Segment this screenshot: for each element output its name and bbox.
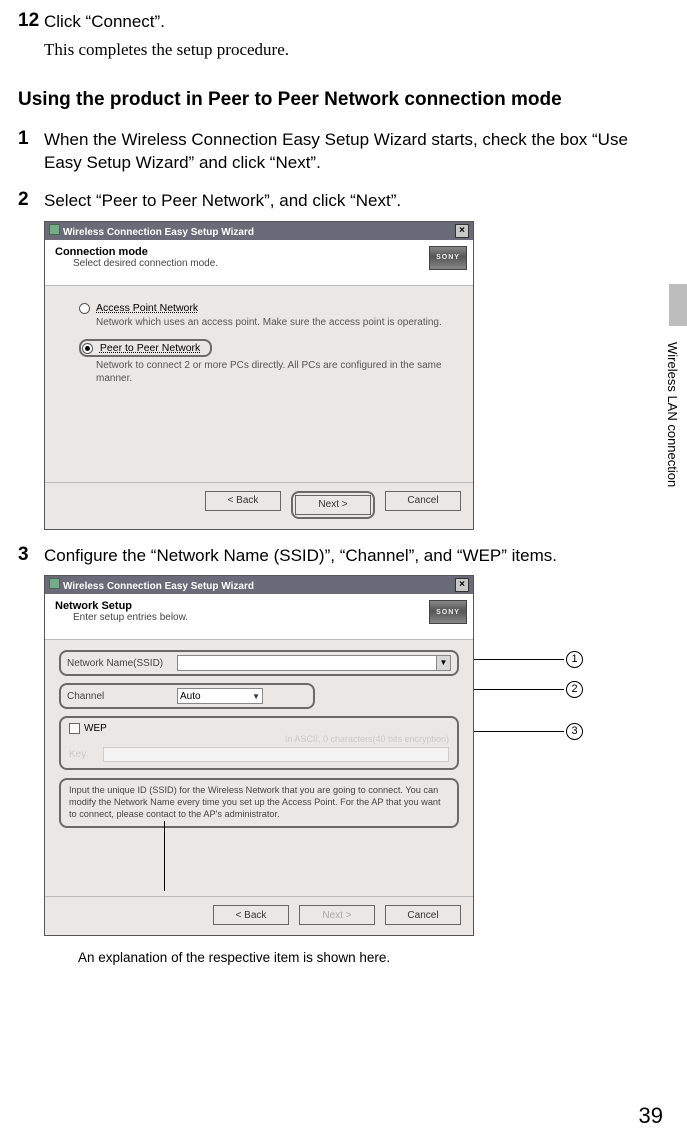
sony-logo: SONY bbox=[429, 246, 467, 270]
wizard-dialog-1: Wireless Connection Easy Setup Wizard × … bbox=[44, 221, 474, 530]
page-number: 39 bbox=[639, 1103, 663, 1129]
step-1-text: When the Wireless Connection Easy Setup … bbox=[44, 128, 657, 175]
dialog-title-bar: Wireless Connection Easy Setup Wizard × bbox=[45, 576, 473, 594]
step-12-text: Click “Connect”. bbox=[44, 10, 165, 34]
peer-to-peer-highlight: Peer to Peer Network bbox=[79, 339, 212, 357]
caption-pointer bbox=[164, 821, 165, 891]
dialog-heading: Network Setup bbox=[55, 600, 463, 612]
cancel-button[interactable]: Cancel bbox=[385, 905, 461, 925]
figure-2: Wireless Connection Easy Setup Wizard × … bbox=[44, 575, 474, 936]
key-label: Key bbox=[69, 749, 95, 760]
dialog-subheading: Select desired connection mode. bbox=[73, 258, 463, 269]
wep-field-group: WEP In ASCII, 0 characters(40 bits encry… bbox=[59, 716, 459, 770]
next-button[interactable]: Next > bbox=[299, 905, 375, 925]
side-tab-indicator bbox=[669, 284, 687, 326]
figure-caption: An explanation of the respective item is… bbox=[78, 950, 657, 965]
channel-value: Auto bbox=[180, 691, 201, 702]
step-number-1: 1 bbox=[18, 128, 44, 150]
radio-access-point[interactable] bbox=[79, 303, 90, 314]
step-2-text: Select “Peer to Peer Network”, and click… bbox=[44, 189, 401, 213]
option-access-point-desc: Network which uses an access point. Make… bbox=[96, 316, 455, 329]
chevron-down-icon: ▼ bbox=[252, 692, 260, 701]
section-heading: Using the product in Peer to Peer Networ… bbox=[18, 88, 657, 112]
ssid-input[interactable] bbox=[178, 656, 436, 670]
info-box: Input the unique ID (SSID) for the Wirel… bbox=[59, 778, 459, 828]
ssid-field-group: Network Name(SSID) ▼ bbox=[59, 650, 459, 676]
wep-hint: In ASCII, 0 characters(40 bits encryptio… bbox=[69, 734, 449, 744]
key-input[interactable] bbox=[103, 747, 449, 762]
side-tab-label: Wireless LAN connection bbox=[665, 312, 680, 487]
channel-label: Channel bbox=[67, 691, 169, 702]
radio-peer-to-peer[interactable] bbox=[82, 343, 93, 354]
callout-1: 1 bbox=[566, 651, 583, 668]
wizard-dialog-2: Wireless Connection Easy Setup Wizard × … bbox=[44, 575, 474, 936]
step-3-text: Configure the “Network Name (SSID)”, “Ch… bbox=[44, 544, 557, 568]
dialog-title-bar: Wireless Connection Easy Setup Wizard × bbox=[45, 222, 473, 240]
step-12-complete-text: This completes the setup procedure. bbox=[44, 40, 657, 60]
step-number-12: 12 bbox=[18, 10, 44, 32]
step-number-3: 3 bbox=[18, 544, 44, 566]
back-button[interactable]: < Back bbox=[205, 491, 281, 511]
ssid-label: Network Name(SSID) bbox=[67, 658, 169, 669]
step-number-2: 2 bbox=[18, 189, 44, 211]
dialog-title: Wireless Connection Easy Setup Wizard bbox=[63, 581, 254, 592]
back-button[interactable]: < Back bbox=[213, 905, 289, 925]
side-tab: Wireless LAN connection bbox=[665, 300, 687, 500]
callout-3: 3 bbox=[566, 723, 583, 740]
close-icon[interactable]: × bbox=[455, 578, 469, 592]
wizard-icon bbox=[49, 578, 60, 589]
wizard-icon bbox=[49, 224, 60, 235]
option-peer-to-peer-label: Peer to Peer Network bbox=[100, 342, 200, 354]
callout-2: 2 bbox=[566, 681, 583, 698]
sony-logo: SONY bbox=[429, 600, 467, 624]
wep-checkbox[interactable] bbox=[69, 723, 80, 734]
option-peer-to-peer-desc: Network to connect 2 or more PCs directl… bbox=[96, 359, 455, 385]
cancel-button[interactable]: Cancel bbox=[385, 491, 461, 511]
dialog-subheading: Enter setup entries below. bbox=[73, 612, 463, 623]
option-access-point-label: Access Point Network bbox=[96, 302, 198, 314]
channel-dropdown[interactable]: Auto ▼ bbox=[177, 688, 263, 704]
next-button[interactable]: Next > bbox=[295, 495, 371, 515]
next-button-highlight: Next > bbox=[291, 491, 375, 519]
dialog-title: Wireless Connection Easy Setup Wizard bbox=[63, 227, 254, 238]
figure-1: Wireless Connection Easy Setup Wizard × … bbox=[44, 221, 474, 530]
dialog-heading: Connection mode bbox=[55, 246, 463, 258]
close-icon[interactable]: × bbox=[455, 224, 469, 238]
ssid-dropdown-arrow[interactable]: ▼ bbox=[436, 656, 450, 670]
wep-label: WEP bbox=[84, 723, 107, 734]
channel-field-group: Channel Auto ▼ bbox=[59, 683, 315, 709]
